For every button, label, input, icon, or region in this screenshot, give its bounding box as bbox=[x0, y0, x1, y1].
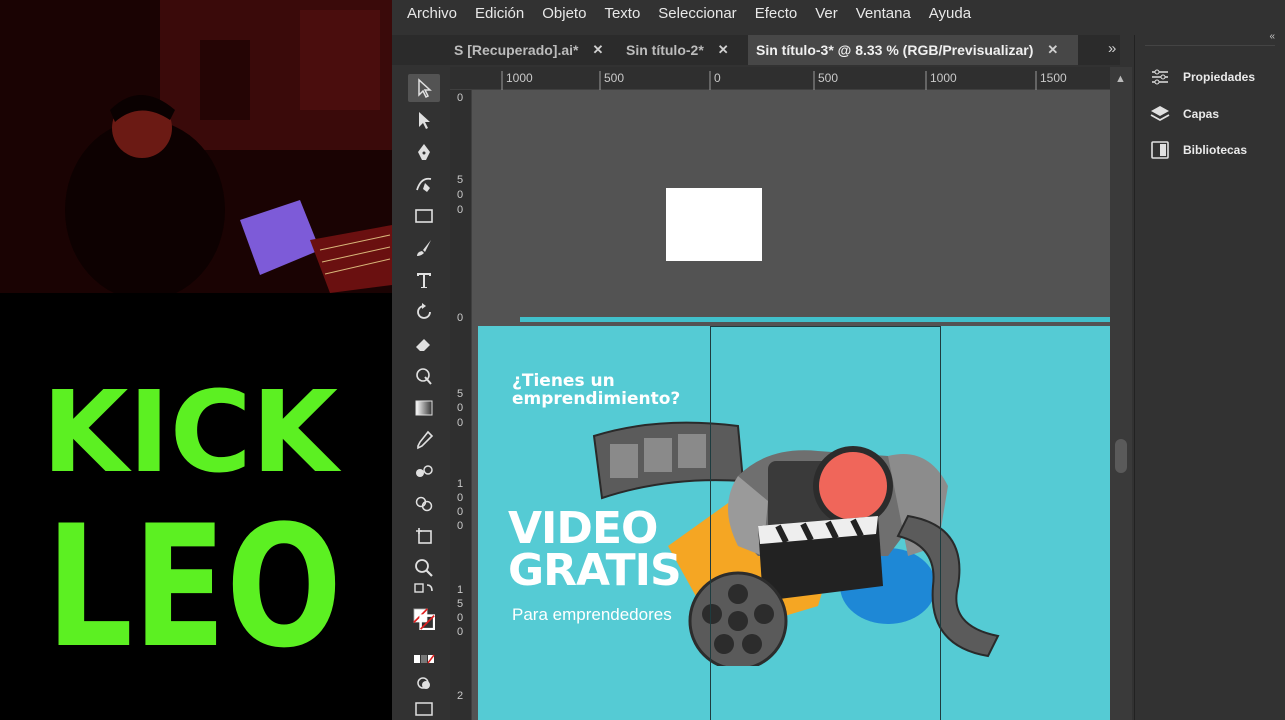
warp-tool-icon[interactable] bbox=[408, 362, 440, 390]
horizontal-ruler[interactable]: 1000 500 0 500 1000 1500 bbox=[450, 67, 1110, 90]
panel-label: Propiedades bbox=[1183, 70, 1256, 84]
draw-mode-icon[interactable] bbox=[408, 669, 440, 697]
tab-label: S [Recuperado].ai* bbox=[454, 42, 579, 58]
headline-line: GRATIS bbox=[508, 545, 682, 596]
ruler-tick: 1 bbox=[456, 478, 464, 490]
screen: KICK LEO Archivo Edición Objeto Texto Se… bbox=[0, 0, 1285, 720]
webcam-scene bbox=[0, 0, 392, 293]
svg-text:LEO: LEO bbox=[46, 489, 342, 685]
scrollbar-thumb[interactable] bbox=[1115, 439, 1127, 473]
vertical-ruler[interactable]: 0 5 0 0 0 5 0 0 1 0 0 0 1 5 0 0 2 bbox=[450, 90, 472, 720]
panel-label: Bibliotecas bbox=[1183, 143, 1248, 157]
ruler-tick: 0 bbox=[456, 506, 464, 518]
ruler-tick: 0 bbox=[456, 612, 464, 624]
ruler-tick: 5 bbox=[456, 174, 464, 186]
menu-ver[interactable]: Ver bbox=[806, 0, 847, 28]
panel-propiedades[interactable]: Propiedades bbox=[1149, 65, 1255, 89]
menu-ayuda[interactable]: Ayuda bbox=[920, 0, 980, 28]
canvas[interactable]: ¿Tienes un emprendimiento? VIDEO GRATIS … bbox=[472, 90, 1110, 720]
menu-bar: Archivo Edición Objeto Texto Seleccionar… bbox=[392, 0, 1285, 28]
menu-edicion[interactable]: Edición bbox=[466, 0, 533, 28]
ruler-tick: 0 bbox=[456, 626, 464, 638]
ruler-tick: 0 bbox=[456, 402, 464, 414]
headline-video-gratis[interactable]: VIDEO GRATIS bbox=[508, 503, 682, 596]
fill-stroke-swatch-icon[interactable] bbox=[408, 605, 440, 633]
ruler-tick: 0 bbox=[456, 520, 464, 532]
tab-sin-titulo-2[interactable]: Sin título-2* ✕ bbox=[618, 35, 746, 65]
ruler-tick: 0 bbox=[456, 204, 464, 216]
selection-box-left bbox=[710, 326, 711, 720]
swap-colors-icon[interactable] bbox=[408, 578, 440, 606]
blend-tool-icon[interactable] bbox=[408, 458, 440, 486]
ruler-tick: 5 bbox=[456, 388, 464, 400]
tab-label: Sin título-3* @ 8.33 % (RGB/Previsualiza… bbox=[756, 42, 1034, 58]
menu-efecto[interactable]: Efecto bbox=[746, 0, 807, 28]
ruler-tick: 0 bbox=[456, 492, 464, 504]
vertical-scrollbar[interactable]: ▲ bbox=[1110, 67, 1132, 720]
close-icon[interactable]: ✕ bbox=[1047, 42, 1058, 58]
tab-label: Sin título-2* bbox=[626, 42, 704, 58]
panel-label: Capas bbox=[1183, 107, 1220, 121]
illustrator-window: Archivo Edición Objeto Texto Seleccionar… bbox=[392, 0, 1285, 720]
panel-divider bbox=[1145, 45, 1275, 46]
tabs-overflow-icon[interactable]: » bbox=[1108, 40, 1116, 57]
panels-dock: « Propiedades Capas Bibliotecas bbox=[1134, 31, 1285, 720]
layers-icon bbox=[1150, 106, 1170, 122]
close-icon[interactable]: ✕ bbox=[592, 42, 603, 58]
ruler-tick: 1 bbox=[456, 584, 464, 596]
white-rectangle[interactable] bbox=[666, 188, 762, 261]
ruler-tick: 2 bbox=[456, 690, 464, 702]
selection-box-right bbox=[940, 326, 941, 720]
ruler-tick: 0 bbox=[456, 189, 464, 201]
ruler-tick: 0 bbox=[456, 92, 464, 104]
artboard[interactable]: ¿Tienes un emprendimiento? VIDEO GRATIS … bbox=[478, 326, 1110, 720]
direct-selection-tool-icon[interactable] bbox=[408, 106, 440, 134]
ruler-tick: 5 bbox=[456, 598, 464, 610]
menu-ventana[interactable]: Ventana bbox=[847, 0, 920, 28]
webcam-feed bbox=[0, 0, 392, 293]
menu-seleccionar[interactable]: Seleccionar bbox=[649, 0, 745, 28]
headline-line: VIDEO bbox=[508, 503, 658, 554]
menu-objeto[interactable]: Objeto bbox=[533, 0, 595, 28]
headline-question-line: ¿Tienes un bbox=[512, 371, 615, 391]
artboard-top-edge bbox=[520, 317, 1110, 322]
document-tabs: S [Recuperado].ai* ✕ Sin título-2* ✕ Sin… bbox=[392, 35, 1120, 65]
selection-tool-icon[interactable] bbox=[408, 74, 440, 102]
tab-recuperado[interactable]: S [Recuperado].ai* ✕ bbox=[446, 35, 616, 65]
screen-mode-icon[interactable] bbox=[408, 695, 440, 720]
libraries-icon bbox=[1151, 141, 1169, 159]
eyedropper-tool-icon[interactable] bbox=[408, 426, 440, 454]
ruler-tick: 0 bbox=[456, 417, 464, 429]
headline-subtitle[interactable]: Para emprendedores bbox=[512, 605, 672, 625]
selection-box-top bbox=[710, 326, 941, 327]
panels-collapse-button[interactable]: « bbox=[1269, 31, 1275, 42]
tab-sin-titulo-3[interactable]: Sin título-3* @ 8.33 % (RGB/Previsualiza… bbox=[748, 35, 1078, 65]
kick-leo-logo: KICK LEO bbox=[42, 368, 342, 685]
rectangle-tool-icon[interactable] bbox=[408, 202, 440, 230]
pen-tool-icon[interactable] bbox=[408, 138, 440, 166]
type-tool-icon[interactable] bbox=[408, 266, 440, 294]
panel-capas[interactable]: Capas bbox=[1149, 102, 1219, 126]
ruler-tick: 0 bbox=[456, 312, 464, 324]
tools-panel bbox=[400, 65, 448, 720]
eraser-tool-icon[interactable] bbox=[408, 330, 440, 358]
menu-texto[interactable]: Texto bbox=[595, 0, 649, 28]
gradient-tool-icon[interactable] bbox=[408, 394, 440, 422]
close-icon[interactable]: ✕ bbox=[718, 42, 729, 58]
headline-question[interactable]: ¿Tienes un emprendimiento? bbox=[512, 372, 680, 408]
paintbrush-tool-icon[interactable] bbox=[408, 234, 440, 262]
properties-icon bbox=[1152, 69, 1168, 85]
brand-panel: KICK LEO bbox=[0, 293, 392, 720]
chevron-up-icon[interactable]: ▲ bbox=[1115, 73, 1126, 85]
curvature-tool-icon[interactable] bbox=[408, 170, 440, 198]
ruler-marks bbox=[501, 71, 1037, 90]
artboard-tool-icon[interactable] bbox=[408, 522, 440, 550]
panel-bibliotecas[interactable]: Bibliotecas bbox=[1149, 138, 1247, 162]
shape-builder-tool-icon[interactable] bbox=[408, 490, 440, 518]
svg-text:KICK: KICK bbox=[42, 368, 342, 498]
menu-archivo[interactable]: Archivo bbox=[398, 0, 466, 28]
rotate-tool-icon[interactable] bbox=[408, 298, 440, 326]
